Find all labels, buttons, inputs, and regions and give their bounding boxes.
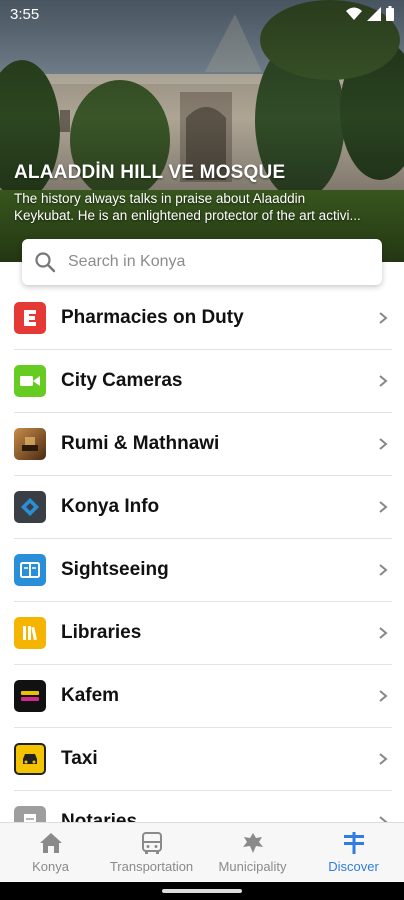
bottom-navigation: Konya Transportation Municipality Discov…	[0, 822, 404, 883]
list-item-rumi[interactable]: Rumi & Mathnawi	[14, 413, 392, 476]
list-item-notaries[interactable]: Notaries	[14, 791, 392, 822]
konya-info-icon	[14, 491, 46, 523]
search-icon	[35, 252, 56, 273]
chevron-right-icon	[379, 753, 388, 765]
chevron-right-icon	[379, 375, 388, 387]
chevron-right-icon	[379, 690, 388, 702]
chevron-right-icon	[379, 312, 388, 324]
list-item-kafem[interactable]: Kafem	[14, 665, 392, 728]
status-time: 3:55	[10, 6, 40, 23]
chevron-right-icon	[379, 438, 388, 450]
home-gesture-pill[interactable]	[162, 889, 242, 893]
hero-description: The history always talks in praise about…	[14, 191, 361, 223]
rumi-icon	[14, 428, 46, 460]
sightseeing-icon	[14, 554, 46, 586]
wifi-icon	[346, 7, 362, 20]
tab-discover[interactable]: Discover	[303, 823, 404, 883]
chevron-right-icon	[379, 816, 388, 822]
chevron-right-icon	[379, 627, 388, 639]
chevron-right-icon	[379, 564, 388, 576]
signal-icon	[367, 6, 381, 21]
system-navigation-bar	[0, 882, 404, 900]
list-item-taxi[interactable]: Taxi	[14, 728, 392, 791]
list-item-city-cameras[interactable]: City Cameras	[14, 350, 392, 413]
taxi-icon	[14, 743, 46, 775]
bus-icon	[141, 832, 162, 854]
chevron-right-icon	[379, 501, 388, 513]
discover-icon	[343, 832, 364, 854]
status-bar: 3:55	[0, 0, 404, 30]
tab-municipality[interactable]: Municipality	[202, 823, 303, 883]
kafem-icon	[14, 680, 46, 712]
list-item-konya-info[interactable]: Konya Info	[14, 476, 392, 539]
libraries-icon	[14, 617, 46, 649]
battery-icon	[386, 6, 394, 21]
municipality-icon	[242, 833, 263, 853]
tab-transportation[interactable]: Transportation	[101, 823, 202, 883]
discover-list[interactable]: Pharmacies on Duty City Cameras Rumi & M…	[0, 286, 404, 822]
home-icon	[39, 833, 62, 853]
list-item-sightseeing[interactable]: Sightseeing	[14, 539, 392, 602]
search-bar[interactable]	[22, 239, 382, 285]
pharmacy-icon	[14, 302, 46, 334]
hero-caption[interactable]: ALAADDİN HILL VE MOSQUE The history alwa…	[14, 162, 390, 224]
camera-icon	[14, 365, 46, 397]
notaries-icon	[14, 806, 46, 822]
list-item-pharmacies[interactable]: Pharmacies on Duty	[14, 287, 392, 350]
list-item-libraries[interactable]: Libraries	[14, 602, 392, 665]
hero-title: ALAADDİN HILL VE MOSQUE	[14, 162, 286, 183]
tab-konya[interactable]: Konya	[0, 823, 101, 883]
search-input[interactable]	[66, 252, 350, 272]
